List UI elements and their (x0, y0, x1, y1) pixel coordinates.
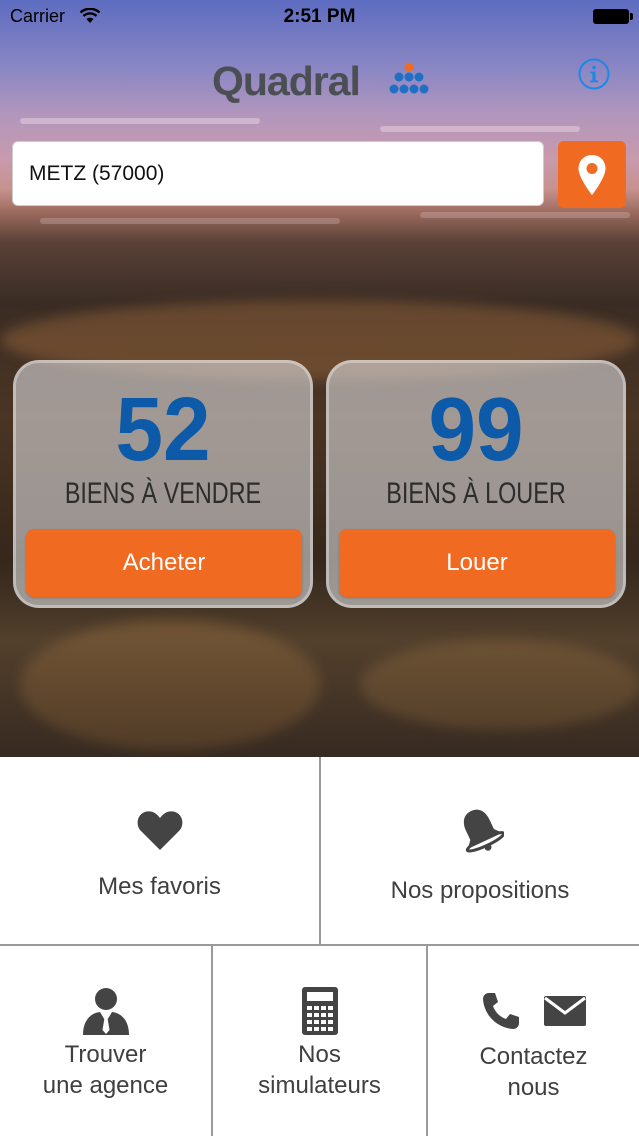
favorites-tile[interactable]: Mes favoris (0, 757, 319, 944)
location-pin-icon (578, 154, 606, 195)
cloud (20, 118, 260, 124)
cloud (420, 212, 630, 218)
status-bar: Carrier 2:51 PM (0, 0, 639, 34)
contact-line1: Contactez (479, 1043, 588, 1070)
rent-count: 99 (428, 380, 524, 480)
menu-grid: Mes favoris Nos propositions Trouver une… (0, 757, 639, 1136)
propositions-label: Nos propositions (390, 877, 570, 904)
bell-icon (463, 809, 504, 853)
rent-button[interactable]: Louer (339, 529, 615, 597)
cloud (40, 218, 340, 224)
sale-count-label: BIENS À VENDRE (64, 477, 262, 510)
rent-card: 99 BIENS À LOUER Louer (326, 360, 626, 608)
logo-dots-icon (389, 62, 429, 94)
person-icon (82, 988, 129, 1035)
propositions-tile[interactable]: Nos propositions (321, 757, 639, 944)
location-button[interactable] (558, 141, 626, 208)
contact-tile[interactable]: Contactez nous (428, 946, 639, 1136)
find-agency-line1: Trouver (64, 1041, 147, 1068)
battery-icon (593, 9, 633, 24)
find-agency-line2: une agence (42, 1072, 169, 1099)
contact-line2: nous (507, 1074, 560, 1101)
simulators-line1: Nos (298, 1041, 341, 1068)
find-agency-tile[interactable]: Trouver une agence (0, 946, 211, 1136)
simulators-tile[interactable]: Nos simulateurs (213, 946, 426, 1136)
sale-card: 52 BIENS À VENDRE Acheter (13, 360, 313, 608)
clock: 2:51 PM (283, 6, 356, 27)
info-icon[interactable] (578, 58, 610, 90)
simulators-line2: simulateurs (258, 1072, 381, 1099)
sale-count: 52 (115, 380, 211, 480)
mail-icon (543, 996, 586, 1026)
heart-icon (137, 811, 182, 850)
favorites-label: Mes favoris (98, 873, 221, 900)
logo-text: Quadral (212, 58, 361, 104)
buy-button[interactable]: Acheter (26, 529, 302, 597)
city-search-value: METZ (57000) (29, 161, 165, 185)
city-search-input[interactable]: METZ (57000) (12, 141, 544, 206)
calculator-icon (301, 987, 338, 1035)
cloud (380, 126, 580, 132)
rent-count-label: BIENS À LOUER (386, 477, 566, 510)
phone-icon (482, 993, 519, 1029)
